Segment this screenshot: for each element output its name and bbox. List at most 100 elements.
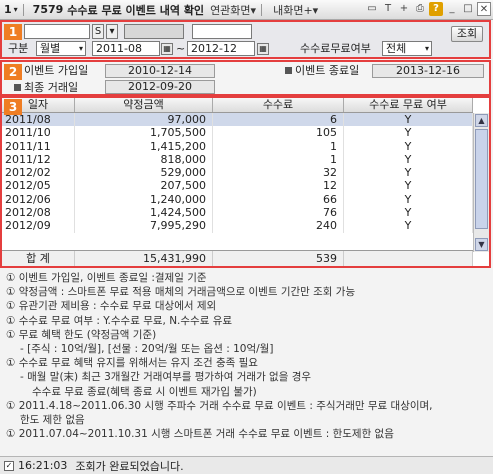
print-icon[interactable]: ⎙	[413, 2, 427, 16]
my-screen-menu[interactable]: 내화면+▾	[273, 2, 318, 18]
text-icon[interactable]: T	[381, 2, 395, 16]
cell-fee: 240	[213, 219, 344, 233]
status-bar: ✓ 16:21:03 조회가 완료되었습니다.	[0, 456, 493, 474]
total-amount: 15,431,990	[75, 251, 213, 266]
note-line: ① 무료 혜택 한도 (약정금액 기준)	[6, 328, 157, 341]
date-to-input[interactable]: 2012-12	[187, 41, 255, 56]
title-bar: 1 ▾ 7579 수수료 무료 이벤트 내역 확인 연관화면▾ 내화면+▾ ▭ …	[0, 0, 493, 20]
table-row[interactable]: 2011/10 1,705,500 105 Y	[2, 126, 473, 140]
total-label: 합 계	[2, 251, 75, 266]
add-icon[interactable]: +	[397, 2, 411, 16]
monitor-icon[interactable]: ▭	[365, 2, 379, 16]
header-amount[interactable]: 약정금액	[75, 98, 213, 112]
cell-date: 2011/12	[2, 152, 75, 167]
table-row[interactable]: 2011/11 1,415,200 1 Y	[2, 139, 473, 153]
note-line: ① 수수료 무료 여부 : Y.수수료 무료, N.수수료 유료	[6, 314, 233, 327]
header-free-flag[interactable]: 수수료 무료 여부	[344, 98, 473, 112]
table-row[interactable]: 2012/09 7,995,290 240 Y	[2, 219, 473, 233]
note-line: ① 약정금액 : 스마트폰 무료 적용 매체의 거래금액으로 이벤트 기간만 조…	[6, 286, 356, 299]
note-line: ① 유관기관 제비용 : 수수료 무료 대상에서 제외	[6, 300, 217, 313]
status-time: 16:21:03	[18, 459, 68, 472]
note-line: 한도 제한 없음	[20, 414, 85, 427]
minimize-icon[interactable]: _	[445, 2, 459, 16]
section-badge: 3	[4, 99, 22, 115]
cell-date: 2012/05	[2, 179, 75, 193]
close-icon[interactable]: ✕	[477, 2, 491, 16]
status-message: 조회가 완료되었습니다.	[75, 459, 184, 473]
scroll-up-icon[interactable]: ▲	[475, 114, 488, 127]
grid-body: 2011/08 97,000 6 Y 2011/10 1,705,500 105…	[2, 113, 473, 233]
search-panel: 1 S ▾ 조회 구분 월별 ▾ 2011-08 ▦ ~ 2012-12 ▦ 수수…	[0, 20, 491, 59]
account-dropdown[interactable]: ▾	[106, 24, 118, 39]
cell-amount: 818,000	[75, 152, 213, 167]
section-badge: 2	[4, 64, 22, 80]
note-line: ① 수수료 무료 혜택 유지를 위해서는 유지 조건 충족 필요	[6, 357, 258, 370]
note-line: ① 2011.07.04~2011.10.31 시행 스마트폰 거래 수수료 무…	[6, 428, 394, 441]
table-row[interactable]: 2012/08 1,424,500 76 Y	[2, 206, 473, 220]
scroll-down-icon[interactable]: ▼	[475, 238, 488, 251]
dropdown-icon[interactable]: ▾	[14, 5, 18, 14]
scroll-thumb[interactable]	[475, 129, 488, 229]
table-row[interactable]: 2012/05 207,500 12 Y	[2, 179, 473, 193]
grid-header: 일자 약정금액 수수료 수수료 무료 여부	[2, 98, 473, 113]
status-checkbox[interactable]: ✓	[4, 460, 14, 471]
calendar-icon[interactable]: ▦	[161, 43, 173, 55]
separator	[261, 3, 263, 16]
account-number-input[interactable]	[24, 24, 90, 39]
maximize-icon[interactable]: □	[461, 2, 475, 16]
cell-date: 2012/08	[2, 206, 75, 220]
section-badge: 1	[4, 24, 22, 40]
screen-id: 7579	[32, 3, 64, 16]
calendar-icon[interactable]: ▦	[257, 43, 269, 55]
note-line: ① 2011.4.18~2011.06.30 시행 주파수 거래 수수료 무료 …	[6, 399, 433, 412]
table-row[interactable]: 2012/06 1,240,000 66 Y	[2, 192, 473, 207]
cell-amount: 1,424,500	[75, 206, 213, 220]
bullet-icon	[14, 84, 21, 91]
join-date-value: 2010-12-14	[105, 64, 215, 78]
cell-amount: 97,000	[75, 113, 213, 127]
end-date-label: 이벤트 종료일	[285, 63, 359, 78]
free-fee-select[interactable]: 전체 ▾	[382, 41, 432, 56]
grid-scrollbar[interactable]: ▲ ▼	[473, 113, 489, 252]
cell-free-flag: Y	[344, 113, 473, 127]
cell-amount: 1,705,500	[75, 126, 213, 140]
cell-date: 2012/09	[2, 219, 75, 233]
cell-amount: 529,000	[75, 166, 213, 180]
cell-fee: 6	[213, 113, 344, 127]
end-date-value: 2013-12-16	[372, 64, 484, 78]
category-select[interactable]: 월별 ▾	[36, 41, 86, 56]
cell-free-flag: Y	[344, 219, 473, 233]
cell-date: 2011/10	[2, 126, 75, 140]
table-row[interactable]: 2011/08 97,000 6 Y	[2, 113, 473, 127]
date-range-tilde: ~	[176, 42, 186, 55]
help-icon[interactable]: ?	[429, 2, 443, 16]
account-type-button[interactable]: S	[92, 24, 104, 39]
bullet-icon	[285, 67, 292, 74]
query-button[interactable]: 조회	[451, 26, 483, 42]
table-row[interactable]: 2011/12 818,000 1 Y	[2, 152, 473, 167]
password-input[interactable]	[192, 24, 252, 39]
cell-free-flag: Y	[344, 139, 473, 153]
total-free-flag	[344, 251, 473, 266]
note-line: - [주식 : 10억/월], [선물 : 20억/월 또는 옵션 : 10억/…	[20, 343, 274, 356]
grid-total-row: 합 계 15,431,990 539	[2, 250, 473, 266]
account-name-field	[124, 24, 184, 39]
date-from-input[interactable]: 2011-08	[92, 41, 160, 56]
header-fee[interactable]: 수수료	[213, 98, 344, 112]
cell-free-flag: Y	[344, 126, 473, 140]
note-line: 수수료 무료 종료(혜택 종료 시 이벤트 재가입 불가)	[32, 385, 257, 398]
join-date-label: 이벤트 가입일	[24, 64, 89, 77]
cell-fee: 66	[213, 192, 344, 207]
table-row[interactable]: 2012/02 529,000 32 Y	[2, 166, 473, 180]
cell-amount: 7,995,290	[75, 219, 213, 233]
related-screens-menu[interactable]: 연관화면▾	[210, 2, 256, 18]
last-trade-label: 최종 거래일	[14, 80, 78, 95]
cell-fee: 32	[213, 166, 344, 180]
note-line: - 매월 말(末) 최근 3개월간 거래여부를 평가하여 거래가 없을 경우	[20, 371, 312, 384]
cell-amount: 207,500	[75, 179, 213, 193]
menu-number[interactable]: 1	[4, 3, 12, 16]
window-controls: ▭ T + ⎙ ? _ □ ✕	[365, 2, 491, 16]
cell-free-flag: Y	[344, 192, 473, 207]
event-info-panel: 2 이벤트 가입일 2010-12-14 이벤트 종료일 2013-12-16 …	[0, 60, 491, 96]
cell-amount: 1,415,200	[75, 139, 213, 153]
